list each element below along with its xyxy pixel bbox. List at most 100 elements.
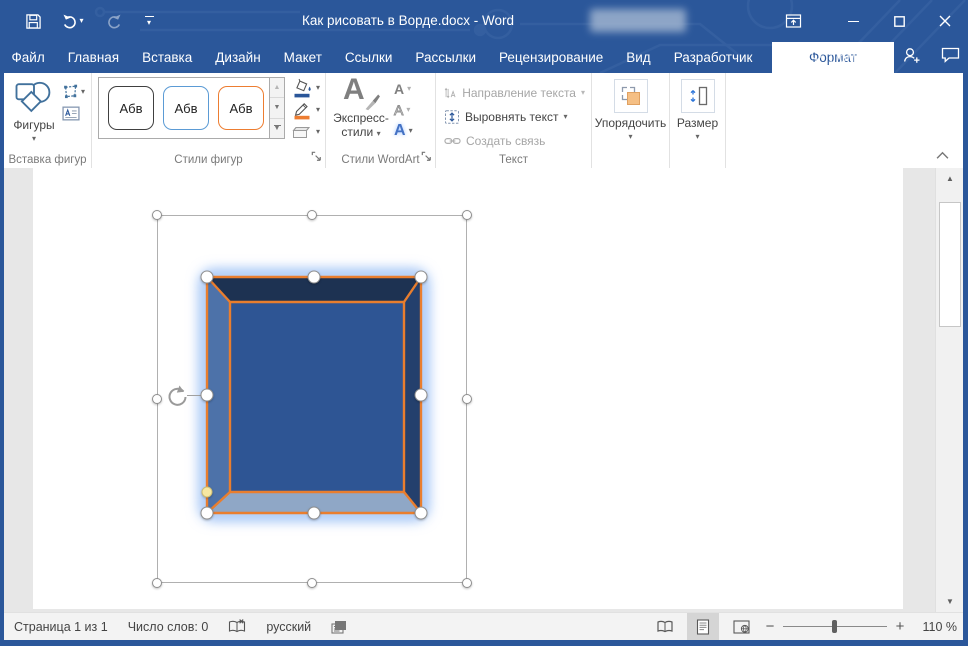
tell-me-button[interactable]: Помощн — [810, 49, 882, 66]
tab-developer[interactable]: Разработчик — [662, 42, 764, 73]
shape-fill-button[interactable]: ▾ — [290, 78, 322, 98]
input-language-button[interactable] — [331, 620, 347, 634]
text-direction-label: Направление текста — [462, 86, 576, 100]
arrange-button[interactable]: Упорядочить ▾ — [592, 77, 669, 141]
shape-handle-s[interactable] — [307, 506, 321, 520]
text-direction-button[interactable]: Направление текста ▾ — [444, 81, 585, 105]
wordart-dialog-launcher[interactable] — [421, 151, 432, 165]
save-icon — [25, 13, 41, 29]
web-layout-button[interactable] — [725, 613, 757, 640]
window-controls — [830, 0, 968, 42]
quick-access-toolbar: ▾ ▾ — [22, 0, 160, 42]
zoom-level[interactable]: 110 % — [913, 620, 957, 634]
text-effects-button[interactable]: А ▾ — [394, 121, 413, 141]
textbox-button[interactable] — [62, 106, 85, 121]
maximize-button[interactable] — [876, 0, 922, 42]
style-thumb-1[interactable]: Абв — [108, 86, 154, 130]
title-bar: ▾ ▾ Как рисовать в Ворде.docx - Word — [0, 0, 968, 42]
shape-handle-e[interactable] — [414, 388, 428, 402]
tab-insert[interactable]: Вставка — [131, 42, 204, 73]
text-outline-button[interactable]: А ▾ — [394, 100, 413, 120]
canvas-handle-se[interactable] — [462, 578, 472, 588]
align-text-button[interactable]: Выровнять текст ▾ — [444, 105, 585, 129]
shape-styles-dialog-launcher[interactable] — [311, 151, 322, 165]
text-group-label: Текст — [499, 154, 528, 166]
page-indicator[interactable]: Страница 1 из 1 — [14, 620, 108, 634]
shape-handle-sw[interactable] — [200, 506, 214, 520]
tab-view[interactable]: Вид — [615, 42, 662, 73]
tab-design[interactable]: Дизайн — [204, 42, 272, 73]
canvas-handle-n[interactable] — [307, 210, 317, 220]
canvas-handle-w[interactable] — [152, 394, 162, 404]
tab-file[interactable]: Файл — [0, 42, 56, 73]
zoom-in-button[interactable]: + — [893, 618, 907, 635]
shape-style-gallery: Абв Абв Абв — [98, 77, 270, 139]
create-link-button[interactable]: Создать связь — [444, 129, 585, 153]
shape-handle-w[interactable] — [200, 388, 214, 402]
tab-layout[interactable]: Макет — [272, 42, 333, 73]
word-window: ▾ ▾ Как рисовать в Ворде.docx - Word Фай… — [0, 0, 968, 646]
proofing-status[interactable] — [228, 619, 246, 634]
rotate-handle[interactable] — [164, 384, 190, 413]
collapse-ribbon-button[interactable] — [936, 149, 949, 163]
redo-button[interactable] — [102, 9, 124, 33]
text-effects-icon: А — [394, 122, 406, 139]
shape-adjust-handle[interactable] — [201, 486, 213, 498]
window-title: Как рисовать в Ворде.docx - Word — [302, 13, 514, 28]
zoom-slider-handle[interactable] — [832, 620, 837, 633]
status-right: − + 110 % — [649, 613, 957, 640]
close-button[interactable] — [922, 0, 968, 42]
tab-home[interactable]: Главная — [56, 42, 130, 73]
gallery-scroll-up-button[interactable]: ▲ — [270, 78, 284, 99]
undo-caret-icon: ▾ — [79, 16, 84, 25]
ribbon-display-options-button[interactable] — [773, 0, 813, 42]
save-button[interactable] — [22, 9, 44, 33]
scroll-down-button[interactable]: ▼ — [939, 593, 961, 610]
read-mode-icon — [657, 620, 673, 633]
canvas-handle-nw[interactable] — [152, 210, 162, 220]
minimize-button[interactable] — [830, 0, 876, 42]
tab-review[interactable]: Рецензирование — [488, 42, 615, 73]
user-account-blurred[interactable] — [590, 9, 686, 32]
scroll-up-button[interactable]: ▲ — [939, 170, 961, 187]
gallery-scroll-down-button[interactable]: ▼ — [270, 98, 284, 119]
zoom-out-button[interactable]: − — [763, 618, 777, 635]
group-insert-shapes: Фигуры ▾ ▾ Вставка фигур — [4, 73, 92, 168]
tab-mailings[interactable]: Рассылки — [404, 42, 488, 73]
style-thumb-3[interactable]: Абв — [218, 86, 264, 130]
shape-handle-n[interactable] — [307, 270, 321, 284]
canvas-handle-ne[interactable] — [462, 210, 472, 220]
undo-button[interactable]: ▾ — [58, 9, 88, 33]
style-thumb-2[interactable]: Абв — [163, 86, 209, 130]
shape-outline-button[interactable]: ▾ — [290, 100, 322, 120]
text-fill-button[interactable]: А ▾ — [394, 79, 413, 99]
shape-handle-se[interactable] — [414, 506, 428, 520]
size-button[interactable]: Размер ▾ — [670, 77, 725, 141]
edit-shape-icon — [64, 84, 78, 99]
gallery-more-button[interactable]: ▼ — [270, 118, 284, 138]
help-label: Помощн — [829, 50, 882, 65]
canvas-handle-sw[interactable] — [152, 578, 162, 588]
vertical-scrollbar[interactable]: ▲ ▼ — [935, 168, 963, 612]
ribbon: Фигуры ▾ ▾ Вставка фигур Абв Абв Абв ▲ ▼… — [4, 73, 963, 168]
undo-icon — [63, 14, 77, 29]
shapes-label: Фигуры — [13, 118, 55, 132]
language-indicator[interactable]: русский — [266, 620, 311, 634]
read-mode-button[interactable] — [649, 613, 681, 640]
share-button[interactable] — [902, 47, 921, 69]
word-count[interactable]: Число слов: 0 — [128, 620, 209, 634]
scrollbar-thumb[interactable] — [939, 202, 961, 327]
shape-effects-button[interactable]: ▾ — [290, 122, 322, 142]
web-layout-icon — [732, 619, 750, 634]
canvas-handle-s[interactable] — [307, 578, 317, 588]
text-box-icon — [62, 106, 80, 121]
canvas-handle-e[interactable] — [462, 394, 472, 404]
shape-handle-ne[interactable] — [414, 270, 428, 284]
print-layout-button[interactable] — [687, 613, 719, 640]
comments-button[interactable] — [941, 47, 960, 68]
edit-shape-button[interactable]: ▾ — [62, 83, 85, 100]
tab-references[interactable]: Ссылки — [333, 42, 404, 73]
zoom-slider[interactable] — [783, 613, 887, 640]
customize-quick-access-button[interactable]: ▾ — [138, 9, 160, 33]
shape-handle-nw[interactable] — [200, 270, 214, 284]
